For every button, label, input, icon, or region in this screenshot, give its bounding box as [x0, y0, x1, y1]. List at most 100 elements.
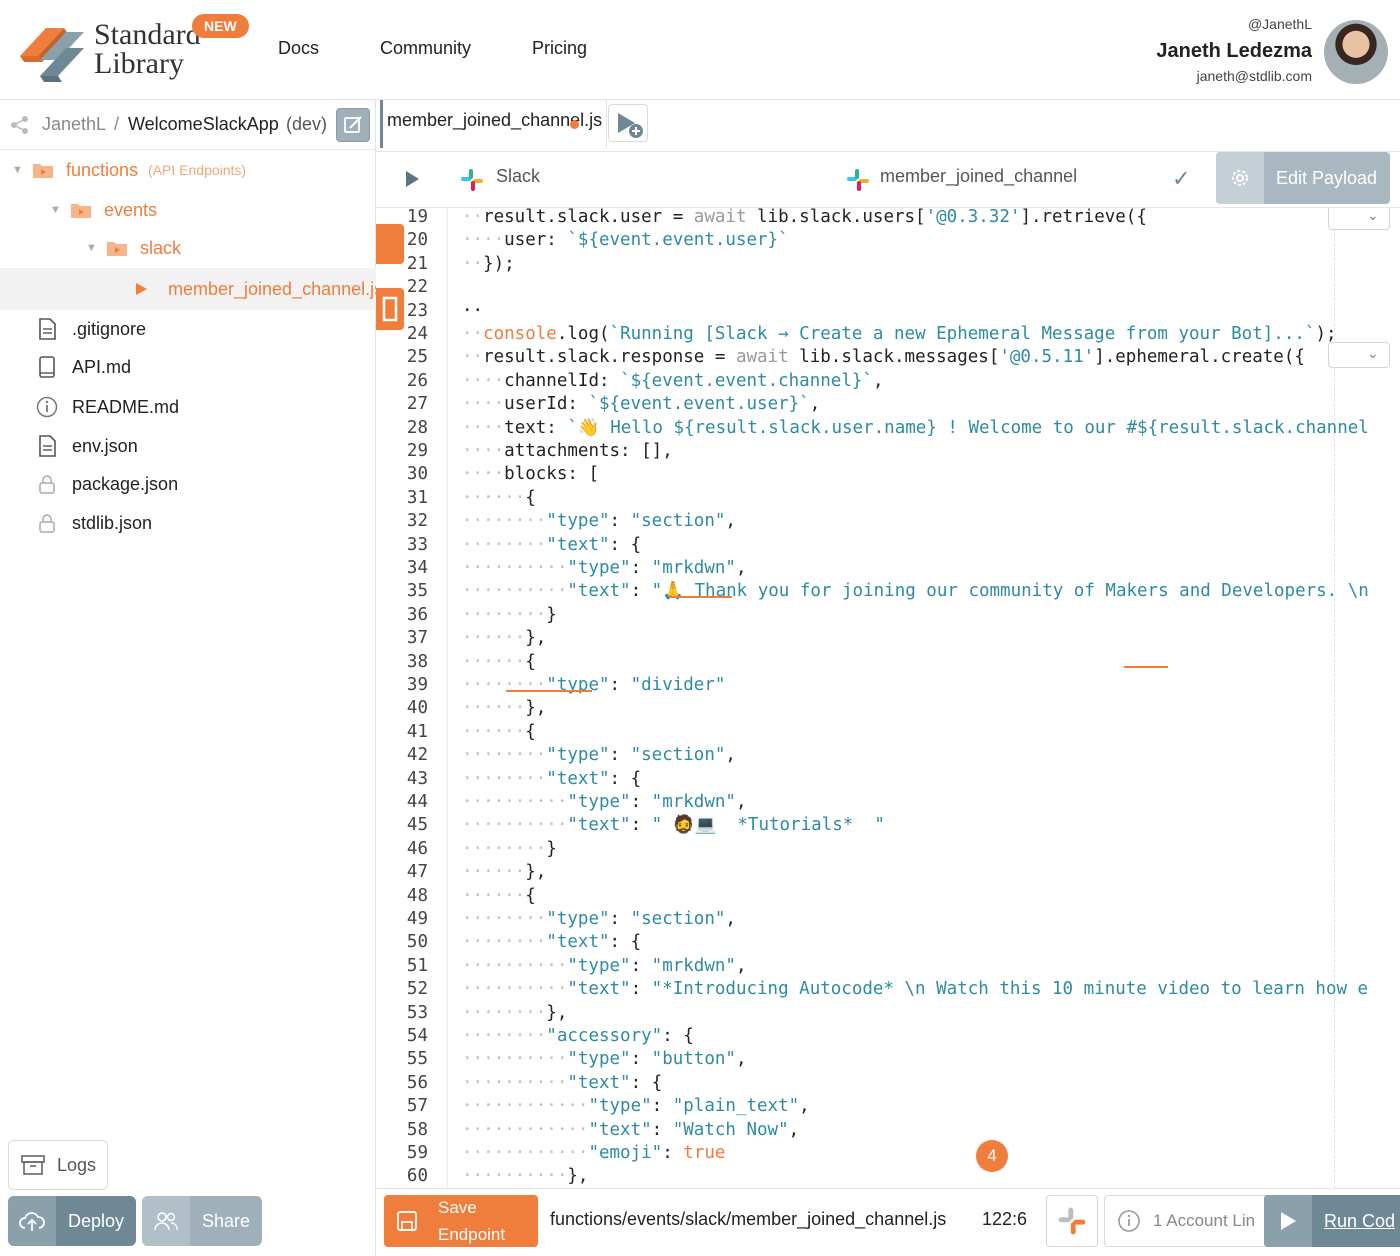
- code-line[interactable]: 51 ··········"type": "mrkdwn",: [376, 955, 1400, 978]
- project-owner[interactable]: JanethL: [42, 114, 106, 135]
- line-content[interactable]: ········},: [462, 1002, 567, 1025]
- user-name[interactable]: Janeth Ledezma: [1156, 40, 1312, 63]
- step-marker-icon[interactable]: [376, 288, 404, 330]
- code-line[interactable]: 42 ········"type": "section",: [376, 744, 1400, 767]
- line-content[interactable]: ············"type": "plain_text",: [462, 1095, 810, 1118]
- line-content[interactable]: ············"text": "Watch Now",: [462, 1119, 799, 1142]
- code-line[interactable]: 39 ········"type": "divider": [376, 674, 1400, 697]
- code-line[interactable]: 28 ····text: `👋 Hello ${result.slack.user…: [376, 417, 1400, 440]
- code-line[interactable]: 55 ··········"type": "button",: [376, 1048, 1400, 1071]
- nav-pricing-link[interactable]: Pricing: [532, 38, 587, 59]
- tree-file-gitignore[interactable]: .gitignore: [38, 315, 146, 343]
- code-line[interactable]: 40 ······},: [376, 697, 1400, 720]
- line-content[interactable]: ····channelId: `${event.event.channel}`,: [462, 370, 883, 393]
- nav-community-link[interactable]: Community: [380, 38, 471, 59]
- code-line[interactable]: 24 ··console.log(`Running [Slack → Create…: [376, 323, 1400, 346]
- code-line[interactable]: 23 ··: [376, 300, 1400, 323]
- line-content[interactable]: ········"type": "section",: [462, 510, 736, 533]
- logo-text[interactable]: Standard Library: [94, 20, 201, 79]
- line-content[interactable]: ··········},: [462, 1165, 588, 1188]
- tree-folder-slack[interactable]: ▼ slack: [86, 234, 181, 262]
- code-line[interactable]: 31 ······{: [376, 487, 1400, 510]
- code-line[interactable]: 19 ··result.slack.user = await lib.slack.…: [376, 208, 1400, 229]
- line-content[interactable]: ······},: [462, 861, 546, 884]
- edit-project-button[interactable]: [336, 108, 370, 142]
- play-icon[interactable]: [404, 170, 420, 188]
- line-content[interactable]: ··········"type": "button",: [462, 1048, 747, 1071]
- tree-file-env-json[interactable]: env.json: [38, 432, 138, 460]
- avatar[interactable]: [1324, 20, 1388, 84]
- tree-folder-events[interactable]: ▼ events: [50, 196, 157, 224]
- line-content[interactable]: ········"type": "divider": [462, 674, 725, 697]
- logs-button[interactable]: Logs: [8, 1140, 108, 1190]
- line-content[interactable]: ··········"type": "mrkdwn",: [462, 557, 747, 580]
- code-line[interactable]: 57 ············"type": "plain_text",: [376, 1095, 1400, 1118]
- line-content[interactable]: ········}: [462, 838, 557, 861]
- tree-file-member-joined-channel[interactable]: member_joined_channel.js: [134, 275, 383, 303]
- code-line[interactable]: 53 ········},: [376, 1002, 1400, 1025]
- tree-file-package-json[interactable]: package.json: [38, 470, 178, 498]
- save-endpoint-button[interactable]: Save Endpoint: [384, 1195, 538, 1247]
- code-line[interactable]: 54 ········"accessory": {: [376, 1025, 1400, 1048]
- line-content[interactable]: ······{: [462, 651, 536, 674]
- code-line[interactable]: 22: [376, 276, 1400, 299]
- line-content[interactable]: ········"type": "section",: [462, 908, 736, 931]
- code-line[interactable]: 37 ······},: [376, 627, 1400, 650]
- code-line[interactable]: 20 ····user: `${event.event.user}`: [376, 229, 1400, 252]
- line-content[interactable]: ····attachments: [],: [462, 440, 673, 463]
- code-line[interactable]: 52 ··········"text": "*Introducing Autoco…: [376, 978, 1400, 1001]
- code-editor[interactable]: 19 ··result.slack.user = await lib.slack.…: [376, 208, 1400, 1188]
- api-step-dropdown[interactable]: ⌄: [1328, 342, 1390, 368]
- line-content[interactable]: ··········"text": " 🧔💻 *Tutorials* ": [462, 814, 885, 837]
- code-line[interactable]: 59 ············"emoji": true: [376, 1142, 1400, 1165]
- line-content[interactable]: ········"text": {: [462, 534, 641, 557]
- code-line[interactable]: 58 ············"text": "Watch Now",: [376, 1119, 1400, 1142]
- code-line[interactable]: 30 ····blocks: [: [376, 463, 1400, 486]
- line-content[interactable]: ········"text": {: [462, 931, 641, 954]
- code-line[interactable]: 35 ··········"text": "🙏 Thank you for joi…: [376, 580, 1400, 603]
- code-line[interactable]: 26 ····channelId: `${event.event.channel}…: [376, 370, 1400, 393]
- code-line[interactable]: 60 ··········},: [376, 1165, 1400, 1188]
- tree-file-stdlib-json[interactable]: stdlib.json: [38, 509, 152, 537]
- line-content[interactable]: ····userId: `${event.event.user}`,: [462, 393, 820, 416]
- line-content[interactable]: ······{: [462, 885, 536, 908]
- line-content[interactable]: ··········"text": "*Introducing Autocode…: [462, 978, 1368, 1001]
- step-marker-icon[interactable]: [376, 224, 404, 264]
- tree-folder-functions[interactable]: ▼ functions (API Endpoints): [12, 156, 246, 184]
- line-content[interactable]: ··········"text": "🙏 Thank you for joini…: [462, 580, 1369, 603]
- code-line[interactable]: 56 ··········"text": {: [376, 1072, 1400, 1095]
- code-line[interactable]: 32 ········"type": "section",: [376, 510, 1400, 533]
- line-content[interactable]: ··········"text": {: [462, 1072, 662, 1095]
- code-line[interactable]: 29 ····attachments: [],: [376, 440, 1400, 463]
- code-line[interactable]: 38 ······{: [376, 651, 1400, 674]
- code-line[interactable]: 25 ··result.slack.response = await lib.sl…: [376, 346, 1400, 369]
- line-content[interactable]: ··result.slack.response = await lib.slac…: [462, 346, 1305, 369]
- api-step-dropdown[interactable]: ⌄: [1328, 208, 1390, 230]
- line-content[interactable]: ··console.log(`Running [Slack → Create a…: [462, 323, 1337, 346]
- code-line[interactable]: 46 ········}: [376, 838, 1400, 861]
- slack-account-button[interactable]: [1046, 1195, 1098, 1247]
- code-line[interactable]: 43 ········"text": {: [376, 768, 1400, 791]
- line-content[interactable]: ············"emoji": true: [462, 1142, 725, 1165]
- line-content[interactable]: ··········"type": "mrkdwn",: [462, 791, 747, 814]
- line-content[interactable]: ········}: [462, 604, 557, 627]
- project-name[interactable]: WelcomeSlackApp: [128, 114, 279, 135]
- edit-payload-button[interactable]: Edit Payload: [1216, 152, 1390, 204]
- deploy-button[interactable]: Deploy: [8, 1196, 136, 1246]
- code-line[interactable]: 21 ··});: [376, 253, 1400, 276]
- line-content[interactable]: ········"accessory": {: [462, 1025, 694, 1048]
- run-code-button[interactable]: Run Cod: [1264, 1195, 1400, 1247]
- tree-file-readme[interactable]: README.md: [36, 393, 179, 421]
- account-links-button[interactable]: 1 Account Lin: [1104, 1195, 1284, 1247]
- tree-file-api-md[interactable]: API.md: [38, 353, 131, 381]
- code-line[interactable]: 47 ······},: [376, 861, 1400, 884]
- code-line[interactable]: 34 ··········"type": "mrkdwn",: [376, 557, 1400, 580]
- line-content[interactable]: ····text: `👋 Hello ${result.slack.user.n…: [462, 417, 1369, 440]
- code-line[interactable]: 48 ······{: [376, 885, 1400, 908]
- code-line[interactable]: 49 ········"type": "section",: [376, 908, 1400, 931]
- line-content[interactable]: ··result.slack.user = await lib.slack.us…: [462, 208, 1147, 229]
- nav-docs-link[interactable]: Docs: [278, 38, 319, 59]
- line-content[interactable]: ········"type": "section",: [462, 744, 736, 767]
- stdlib-logo-icon[interactable]: [16, 20, 88, 84]
- line-content[interactable]: ····blocks: [: [462, 463, 599, 486]
